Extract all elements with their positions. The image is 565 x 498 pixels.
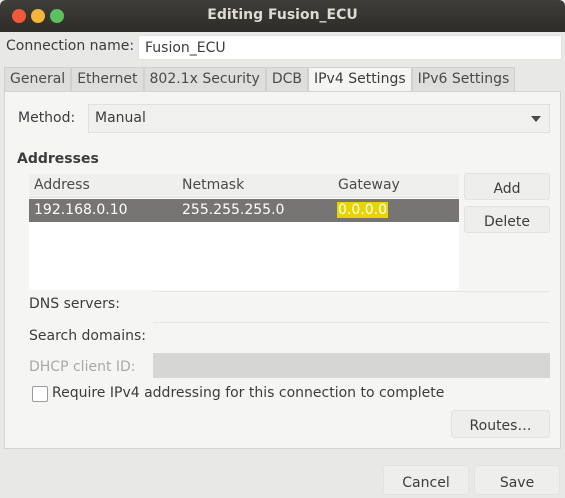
table-row[interactable]: 192.168.0.10 255.255.255.0 0.0.0.0: [29, 199, 459, 222]
add-address-button[interactable]: Add: [464, 173, 550, 200]
tab-ipv6-settings[interactable]: IPv6 Settings: [411, 67, 516, 91]
column-header-gateway[interactable]: Gateway: [338, 177, 400, 193]
method-label: Method:: [18, 110, 76, 126]
require-ipv4-label[interactable]: Require IPv4 addressing for this connect…: [52, 385, 444, 401]
address-cell[interactable]: 192.168.0.10: [34, 202, 128, 218]
require-ipv4-checkbox[interactable]: [32, 386, 48, 402]
delete-address-button[interactable]: Delete: [464, 206, 550, 233]
cancel-button[interactable]: Cancel: [383, 465, 469, 495]
tab-bar: General Ethernet 802.1x Security DCB IPv…: [4, 67, 516, 92]
addresses-heading: Addresses: [17, 151, 99, 167]
tab-dcb[interactable]: DCB: [265, 67, 308, 91]
tab-ipv4-settings[interactable]: IPv4 Settings: [307, 67, 412, 92]
search-domains-input[interactable]: [153, 322, 550, 351]
dhcp-client-id-input: [153, 353, 550, 378]
window-title: Editing Fusion_ECU: [207, 7, 358, 23]
column-header-address[interactable]: Address: [34, 177, 90, 193]
method-value: Manual: [95, 110, 146, 126]
gateway-cell[interactable]: 0.0.0.0: [337, 202, 388, 218]
dropdown-arrow-icon: [531, 116, 541, 122]
dhcp-client-id-label: DHCP client ID:: [29, 359, 136, 375]
title-bar: Editing Fusion_ECU: [0, 0, 565, 32]
routes-button[interactable]: Routes…: [451, 410, 550, 438]
connection-name-label: Connection name:: [6, 38, 135, 54]
method-dropdown[interactable]: Manual: [88, 104, 550, 133]
connection-name-input[interactable]: [138, 35, 562, 60]
dns-servers-label: DNS servers:: [29, 296, 120, 312]
tab-general[interactable]: General: [4, 67, 72, 91]
column-header-netmask[interactable]: Netmask: [182, 177, 244, 193]
tab-802-1x-security[interactable]: 802.1x Security: [143, 67, 266, 91]
addresses-table[interactable]: Address Netmask Gateway 192.168.0.10 255…: [29, 174, 459, 290]
tab-ethernet[interactable]: Ethernet: [71, 67, 144, 91]
ipv4-settings-panel: Method: Manual Addresses Address Netmask…: [4, 91, 561, 449]
search-domains-label: Search domains:: [29, 328, 146, 344]
addresses-table-header: Address Netmask Gateway: [29, 174, 459, 198]
netmask-cell[interactable]: 255.255.255.0: [182, 202, 284, 218]
dns-servers-input[interactable]: [153, 291, 550, 320]
save-button[interactable]: Save: [474, 465, 560, 495]
